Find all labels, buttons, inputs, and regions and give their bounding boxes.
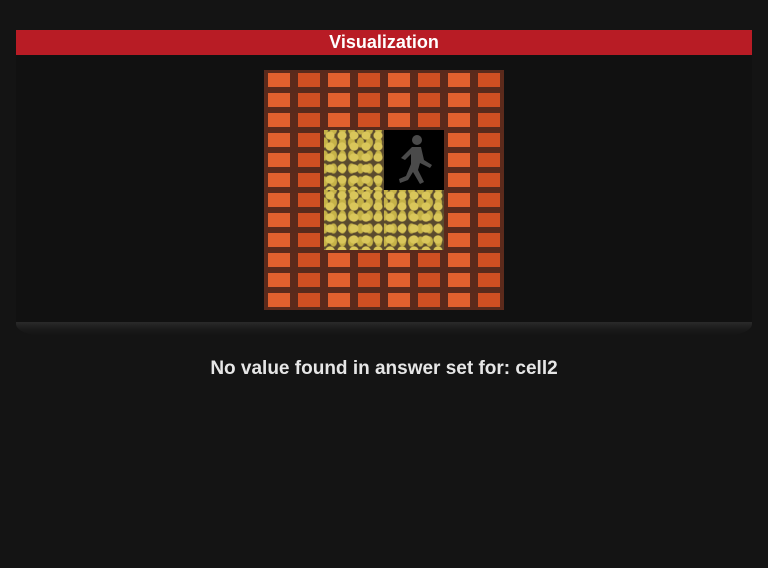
- floor-cell: [324, 130, 384, 190]
- player-cell: [384, 130, 444, 190]
- wall-cell: [444, 130, 504, 190]
- wall-cell: [444, 70, 504, 130]
- wall-cell: [264, 130, 324, 190]
- wall-cell: [384, 250, 444, 310]
- wall-cell: [324, 70, 384, 130]
- status-message: No value found in answer set for: cell2: [210, 358, 558, 379]
- wall-cell: [444, 190, 504, 250]
- wall-cell: [324, 250, 384, 310]
- header-title: Visualization: [329, 32, 439, 52]
- visualization-header: Visualization: [16, 30, 752, 55]
- wall-cell: [264, 250, 324, 310]
- wall-cell: [444, 250, 504, 310]
- panel-shadow: [16, 322, 752, 336]
- floor-cell: [384, 190, 444, 250]
- game-board: [264, 70, 504, 310]
- wall-cell: [384, 70, 444, 130]
- wall-cell: [264, 190, 324, 250]
- wall-cell: [264, 70, 324, 130]
- floor-cell: [324, 190, 384, 250]
